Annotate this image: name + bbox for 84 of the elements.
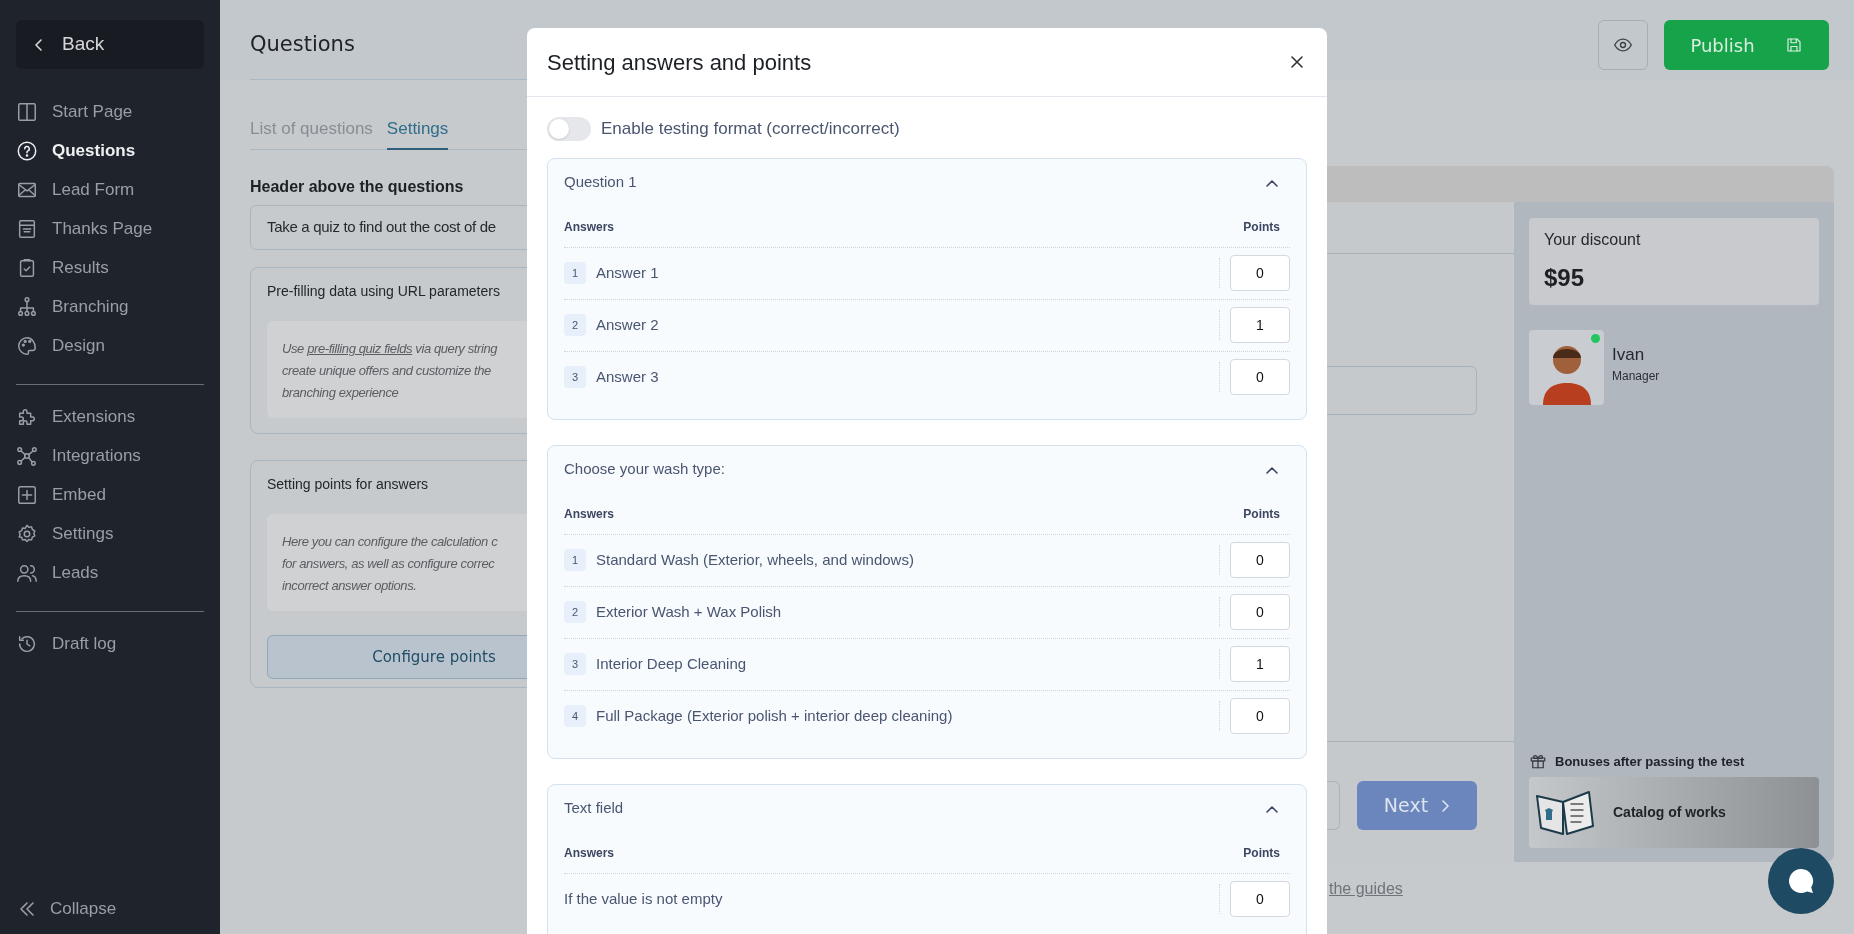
hierarchy-icon (16, 295, 38, 318)
points-input-field[interactable]: 0 (1230, 255, 1290, 291)
answer-number: 3 (564, 366, 586, 388)
points-input-field[interactable]: 0 (1230, 881, 1290, 917)
close-icon (1291, 56, 1303, 68)
answer-text: Standard Wash (Exterior, wheels, and windows) (596, 549, 914, 570)
discount-label: Your discount (1544, 229, 1642, 250)
card-title: Pre-filling data using URL parameters (267, 281, 500, 301)
question-header[interactable]: Choose your wash type: (564, 445, 1290, 494)
answer-number: 1 (564, 549, 586, 571)
tab[interactable]: Settings (386, 110, 449, 150)
answer-text: Answer 2 (596, 314, 659, 335)
settings-icon (16, 522, 38, 545)
answer-number: 1 (564, 262, 586, 284)
sidebar-item[interactable]: Branching (16, 287, 204, 326)
save-icon (1784, 36, 1803, 54)
chevron-up-icon (1266, 804, 1278, 813)
answer-number: 2 (564, 601, 586, 623)
collapse-button[interactable]: Collapse (16, 889, 204, 928)
answer-number: 4 (564, 705, 586, 727)
hint-text: Use pre-filling quiz fields via query string create unique offers and customize the branching experience (282, 340, 499, 402)
column-header: Points (1243, 218, 1280, 236)
card-title: Setting points for answers (267, 474, 429, 494)
bonuses-title: Bonuses after passing the test (1555, 752, 1745, 771)
sidebar-item[interactable]: Settings (16, 514, 204, 553)
answer-text: If the value is not empty (564, 888, 723, 909)
gift-icon (1529, 752, 1547, 771)
sidebar-item[interactable]: Thanks Page (16, 209, 204, 248)
answer-text: Full Package (Exterior polish + interior deep cleaning) (596, 705, 953, 726)
double-chevron-left-icon (18, 899, 36, 918)
sidebar-item[interactable]: Integrations (16, 436, 204, 475)
chevron-up-icon (1266, 465, 1278, 474)
chat-bubble-icon (1786, 866, 1816, 896)
points-input-field[interactable]: 0 (1230, 359, 1290, 395)
column-header: Answers (564, 844, 615, 862)
hint-text: Here you can configure the calculation c for answers, as well as configure correc incorrect answer options. (282, 533, 499, 595)
preview-button[interactable] (1598, 20, 1648, 70)
link[interactable]: pre-filling quiz fields (307, 341, 413, 356)
page-title: Questions (250, 30, 355, 58)
palette-icon (16, 334, 38, 357)
plus-icon (16, 483, 38, 506)
points-input-field[interactable]: 0 (1230, 542, 1290, 578)
chevron-up-icon (1266, 178, 1278, 187)
answer-number: 3 (564, 653, 586, 675)
column-header: Points (1243, 505, 1280, 523)
help-icon (16, 139, 38, 162)
modal-title: Setting answers and points (547, 48, 812, 77)
bonus-title: Catalog of works (1613, 803, 1726, 822)
chevron-right-icon (1440, 798, 1451, 813)
points-input-field[interactable]: 1 (1230, 307, 1290, 343)
sidebar-item[interactable]: Lead Form (16, 170, 204, 209)
answer-number: 2 (564, 314, 586, 336)
sidebar-item[interactable]: Leads (16, 553, 204, 592)
sidebar-item[interactable]: Extensions (16, 397, 204, 436)
layout-icon (16, 100, 38, 123)
discount-value: $95 (1544, 262, 1586, 293)
toggle-label: Enable testing format (correct/incorrect) (601, 118, 900, 140)
answer-text: Exterior Wash + Wax Polish (596, 601, 782, 622)
sidebar-item[interactable]: Design (16, 326, 204, 365)
answer-text: Answer 3 (596, 366, 659, 387)
column-header: Answers (564, 505, 615, 523)
column-header: Points (1243, 844, 1280, 862)
points-input-field[interactable]: 0 (1230, 698, 1290, 734)
network-icon (16, 444, 38, 467)
sidebar-item[interactable]: Draft log (16, 624, 204, 663)
manager-name: Ivan (1612, 343, 1646, 366)
answer-text: Answer 1 (596, 262, 659, 283)
field-label: Header above the questions (250, 177, 465, 197)
page-icon (16, 217, 38, 240)
points-input-field[interactable]: 0 (1230, 594, 1290, 630)
manager-role: Manager (1612, 368, 1660, 386)
catalog-drawing (1533, 789, 1597, 836)
sidebar-item[interactable]: Questions (16, 131, 204, 170)
answer-text: Interior Deep Cleaning (596, 653, 747, 674)
configure-points-button[interactable]: Configure points (267, 635, 527, 679)
sidebar-item[interactable]: Results (16, 248, 204, 287)
toggle-switch[interactable] (547, 116, 591, 141)
points-input-field[interactable]: 1 (1230, 646, 1290, 682)
sidebar-item[interactable]: Start Page (16, 92, 204, 131)
question-header[interactable]: Question 1 (564, 158, 1290, 207)
column-header: Answers (564, 218, 615, 236)
sidebar-item[interactable]: Embed (16, 475, 204, 514)
back-button[interactable]: Back (16, 20, 204, 69)
question-header[interactable]: Text field (564, 784, 1290, 833)
